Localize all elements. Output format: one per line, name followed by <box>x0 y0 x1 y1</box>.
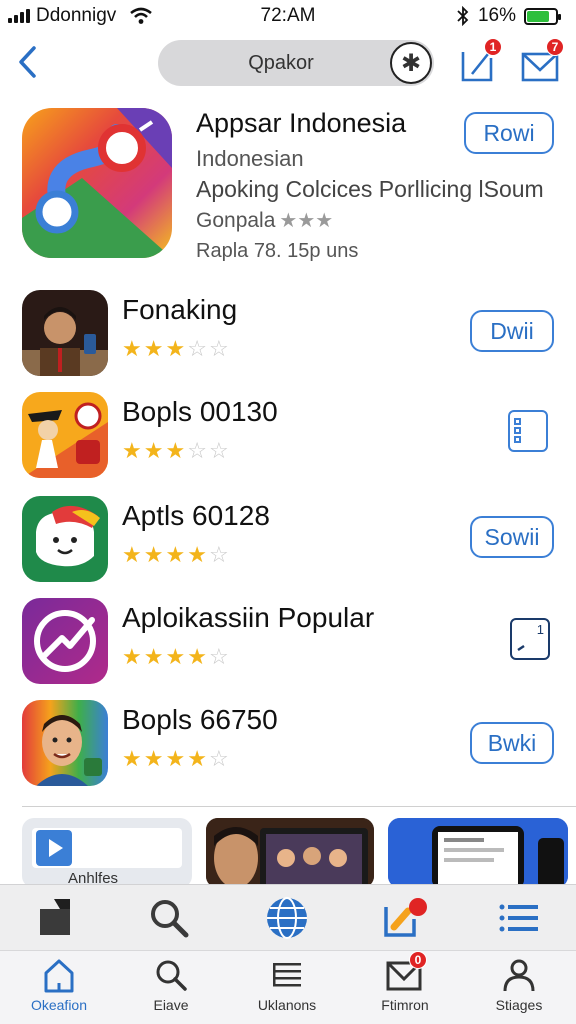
tab-profile-label: Stiages <box>495 997 543 1013</box>
app-name-1: Fonaking <box>122 294 238 325</box>
tab-mail-badge: 0 <box>409 951 427 969</box>
tab-list-label: Uklanons <box>257 997 317 1013</box>
app-row-2[interactable]: Bopls 00130 ★ ★ ★ ☆ ☆ <box>0 392 576 492</box>
search-icon <box>156 960 187 991</box>
phone-thumbnail <box>388 818 568 888</box>
app-icon-2[interactable] <box>22 392 108 478</box>
tab-mail-icon-wrap: 0 <box>383 951 427 993</box>
list-icon <box>514 418 521 443</box>
app-get-button-5[interactable]: Bwki <box>470 722 554 764</box>
featured-get-button[interactable]: Rowi <box>464 112 554 154</box>
edit-icon[interactable] <box>382 895 428 941</box>
status-left: Ddonnigv <box>8 5 153 27</box>
promo-card-1[interactable]: Anhlfes <box>22 818 192 888</box>
secondary-toolbar <box>0 884 576 950</box>
tab-search[interactable]: Eiave <box>116 957 226 1023</box>
app-row-4[interactable]: Aploikassiin Popular ★ ★ ★ ★ ☆ 1 <box>0 598 576 698</box>
mail-button[interactable]: 7 <box>520 38 564 84</box>
app-rating-1: ★ ★ ★ ☆ ☆ <box>122 336 229 361</box>
app-rating-3: ★ ★ ★ ★ ☆ <box>122 542 229 567</box>
globe-icon[interactable] <box>264 895 310 941</box>
search-logo-icon[interactable]: ✱ <box>390 42 432 84</box>
promo-card-2[interactable] <box>206 818 374 888</box>
app-rating-5: ★ ★ ★ ★ ☆ <box>122 746 229 771</box>
search-field[interactable]: Qpakor ✱ <box>158 40 434 86</box>
app-name-2: Bopls 00130 <box>122 396 278 427</box>
app-list-button-2[interactable] <box>508 410 548 452</box>
featured-developer: Gonpala ★★★ <box>196 208 334 233</box>
app-row-5[interactable]: Bopls 66750 ★ ★ ★ ★ ☆ Bwki <box>0 700 576 800</box>
tab-search-label: Eiave <box>153 997 189 1013</box>
app-square-button-4[interactable]: 1 <box>510 618 550 660</box>
search-icon[interactable] <box>146 895 192 941</box>
tab-profile[interactable]: Stiages <box>464 957 574 1023</box>
app-rating-2: ★ ★ ★ ☆ ☆ <box>122 438 229 463</box>
promo-card-3[interactable] <box>388 818 568 888</box>
share-button[interactable]: 1 <box>458 38 502 84</box>
bag-icon[interactable] <box>34 895 80 941</box>
home-icon <box>44 959 74 993</box>
app-get-button-3[interactable]: Sowii <box>470 516 554 558</box>
main-content: Appsar Indonesia Indonesian Apoking Colc… <box>0 94 576 888</box>
app-icon-3[interactable] <box>22 496 108 582</box>
search-text: Qpakor <box>248 51 314 74</box>
signal-icon <box>8 9 30 23</box>
tab-mail-label: Ftimron <box>381 997 429 1013</box>
bluetooth-icon <box>457 6 469 26</box>
battery-icon <box>524 7 561 25</box>
app-row-3[interactable]: Aptls 60128 ★ ★ ★ ★ ☆ Sowii <box>0 496 576 596</box>
divider <box>22 806 576 807</box>
battery-percent: 16% <box>477 5 516 26</box>
app-row-1[interactable]: Fonaking ★ ★ ★ ☆ ☆ Dwii <box>0 290 576 390</box>
play-icon <box>36 830 72 866</box>
mail-badge: 7 <box>546 38 564 56</box>
app-get-button-1[interactable]: Dwii <box>470 310 554 352</box>
list-icon[interactable] <box>496 895 542 941</box>
status-bar: Ddonnigv 72:AM 16% <box>0 0 576 32</box>
corner-arrow-icon <box>517 644 525 652</box>
app-name-3: Aptls 60128 <box>122 500 270 531</box>
person-icon <box>503 959 535 992</box>
featured-subtitle: Indonesian <box>196 146 304 171</box>
app-icon-5[interactable] <box>22 700 108 786</box>
share-badge: 1 <box>484 38 502 56</box>
featured-title: Appsar Indonesia <box>196 108 407 138</box>
featured-meta: Rapla 78. 15p uns <box>196 240 359 262</box>
tab-bar: Okeafion Eiave Uklanons 0 Ftimron Stiage… <box>0 950 576 1024</box>
app-icon-4[interactable] <box>22 598 108 684</box>
carrier-name: Ddonnigv <box>36 5 117 26</box>
app-name-5: Bopls 66750 <box>122 704 278 735</box>
tab-list[interactable]: Uklanons <box>232 957 342 1023</box>
app-name-4: Aploikassiin Popular <box>122 602 375 633</box>
tab-mail[interactable]: 0 Ftimron <box>350 951 460 1023</box>
back-icon[interactable] <box>14 42 42 82</box>
app-icon-1[interactable] <box>22 290 108 376</box>
featured-description: Apoking Colcices Porllicing lSoum <box>196 176 544 202</box>
video-thumbnail <box>206 818 374 888</box>
tab-home[interactable]: Okeafion <box>4 957 114 1023</box>
featured-rating: ★★★ <box>279 210 334 232</box>
tab-home-label: Okeafion <box>30 997 88 1013</box>
status-right: 16% <box>456 5 561 27</box>
app-rating-4: ★ ★ ★ ★ ☆ <box>122 644 229 669</box>
wifi-icon <box>130 7 153 24</box>
featured-app-icon[interactable] <box>22 108 172 258</box>
list-icon <box>273 963 301 987</box>
header: Qpakor ✱ 1 7 <box>0 32 576 94</box>
